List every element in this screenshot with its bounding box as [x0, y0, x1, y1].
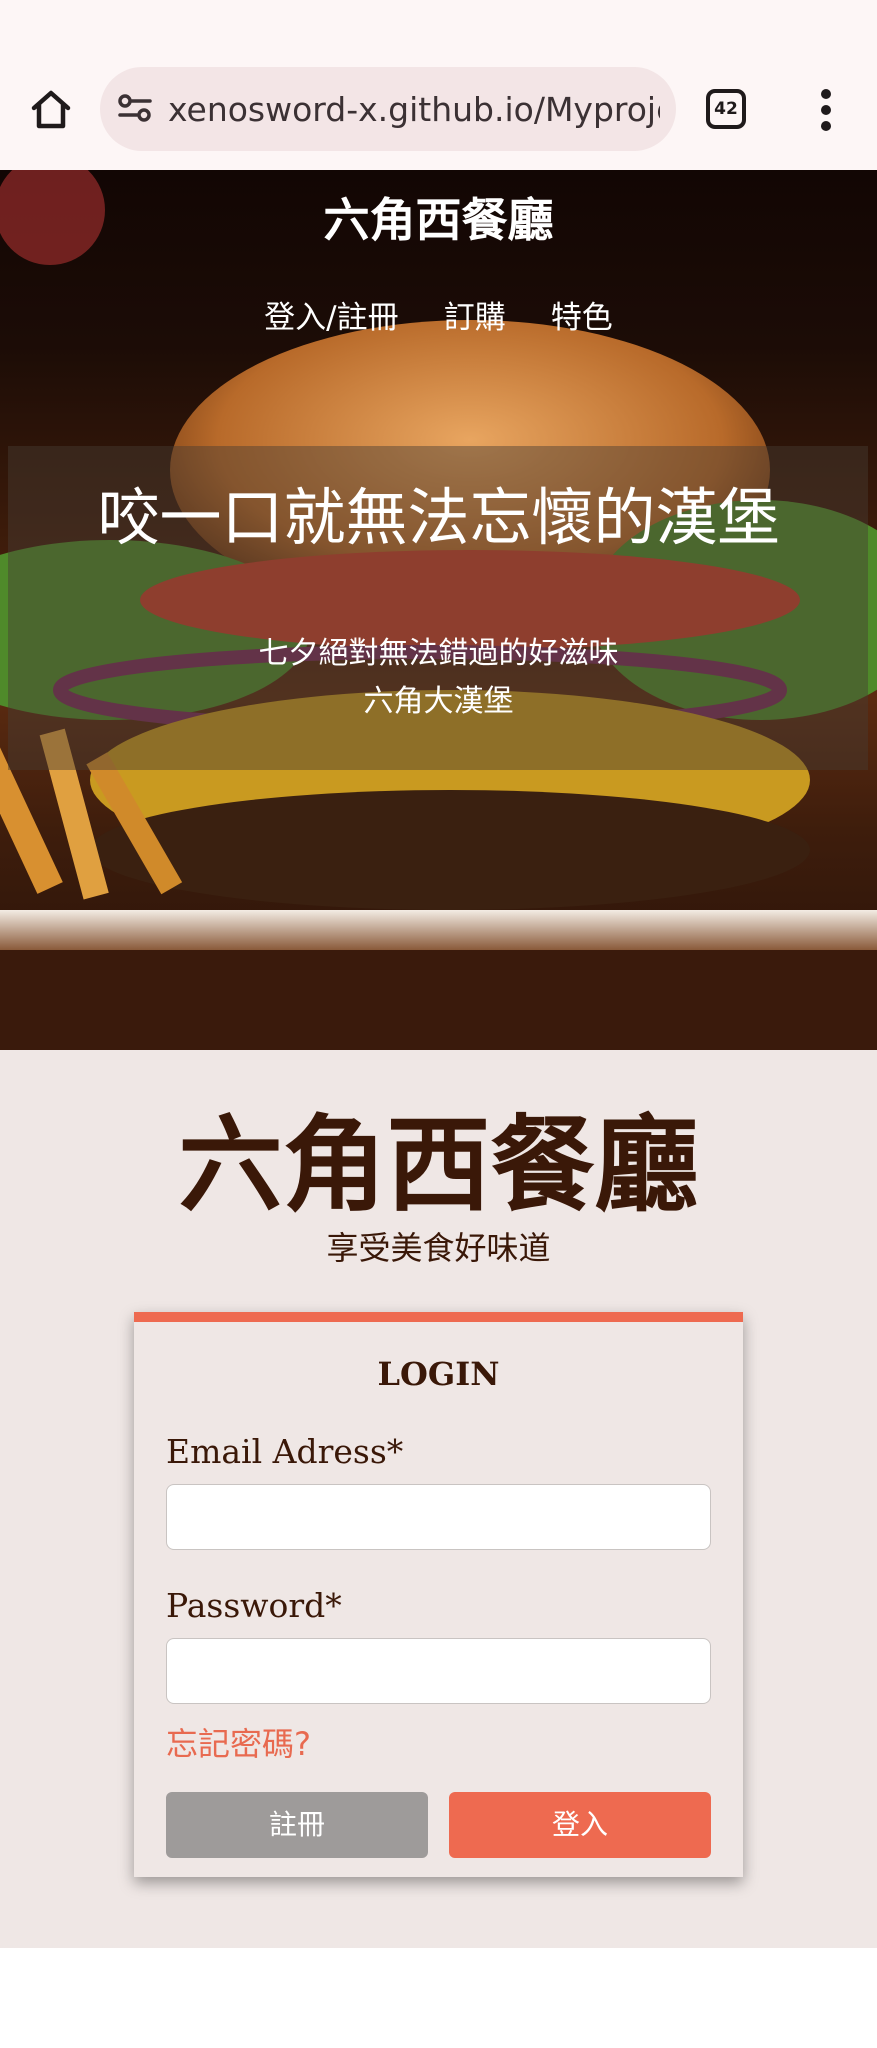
nav-item-login[interactable]: 登入/註冊 — [264, 298, 398, 338]
forgot-password-link[interactable]: 忘記密碼? — [166, 1722, 311, 1766]
browser-toolbar: xenosword-x.github.io/Myprojec 42 — [0, 0, 877, 170]
url-text[interactable]: xenosword-x.github.io/Myprojec — [168, 88, 660, 132]
tab-count-button[interactable]: 42 — [706, 89, 746, 129]
tune-icon[interactable] — [116, 92, 154, 124]
nav-item-features[interactable]: 特色 — [551, 298, 613, 338]
site-title[interactable]: 六角西餐廳 — [0, 190, 877, 250]
login-title: LOGIN — [377, 1355, 500, 1393]
main-nav: 登入/註冊 訂購 特色 — [0, 298, 877, 338]
hero-subtitle-line: 六角大漢堡 — [363, 684, 514, 719]
password-label: Password* — [166, 1586, 342, 1625]
hero-subtitle: 七夕絕對無法錯過的好滋味 六角大漢堡 — [0, 630, 877, 726]
password-field[interactable] — [166, 1638, 711, 1704]
hero-headline: 咬一口就無法忘懷的漢堡 — [97, 481, 780, 554]
email-field[interactable] — [166, 1484, 711, 1550]
email-label: Email Adress* — [166, 1432, 404, 1471]
login-section: 六角西餐廳 享受美食好味道 LOGIN Email Adress* Passwo… — [0, 1050, 877, 1948]
home-icon[interactable] — [28, 86, 74, 132]
brand-tagline: 享受美食好味道 — [326, 1229, 551, 1267]
hero-banner: 六角西餐廳 登入/註冊 訂購 特色 咬一口就無法忘懷的漢堡 七夕絕對無法錯過的好… — [0, 170, 877, 1050]
hero-subtitle-line: 七夕絕對無法錯過的好滋味 — [258, 636, 619, 671]
login-card: LOGIN Email Adress* Password* 忘記密碼? 註冊 登… — [134, 1312, 743, 1877]
nav-item-order[interactable]: 訂購 — [444, 298, 506, 338]
brand-name: 六角西餐廳 — [178, 1104, 699, 1226]
more-vert-icon[interactable] — [816, 88, 836, 132]
login-button[interactable]: 登入 — [449, 1792, 711, 1858]
register-button[interactable]: 註冊 — [166, 1792, 428, 1858]
